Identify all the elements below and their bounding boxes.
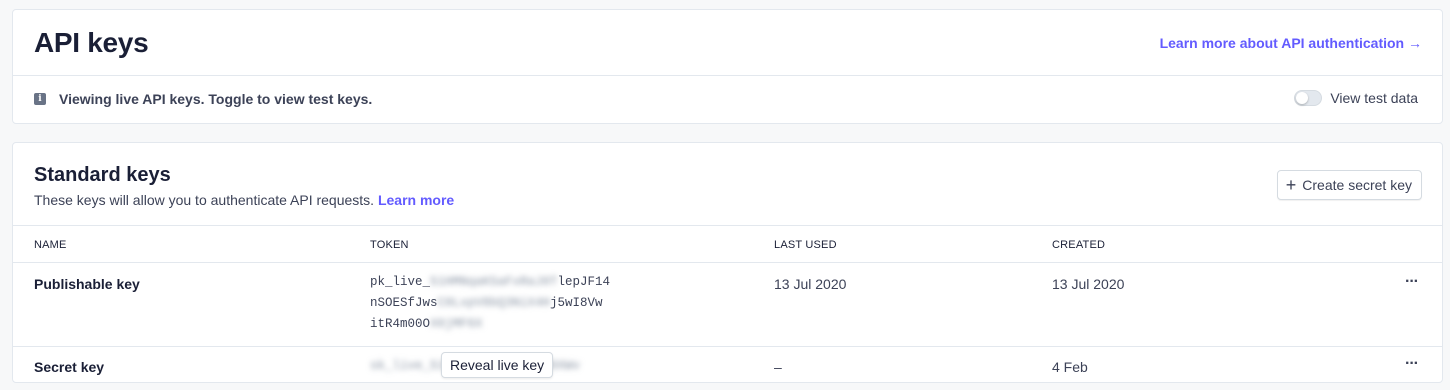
last-used-date: –	[774, 359, 782, 375]
token-line: itR4m00OX0jMF6X	[370, 314, 722, 335]
table-row: Publishable key pk_live_51HMNqaK5aFxRaJ0…	[13, 263, 1442, 347]
standard-keys-card: Standard keys These keys will allow you …	[12, 142, 1443, 383]
table-row: Secret key sk_live_51HMNqaK5aFxRa0J0XWv …	[13, 347, 1442, 384]
token-visible: itR4m00O	[370, 317, 431, 331]
column-header-last-used: LAST USED	[774, 239, 837, 251]
token-line: pk_live_51HMNqaK5aFxRaJ0TlepJF14	[370, 272, 722, 293]
live-mode-banner: i Viewing live API keys. Toggle to view …	[13, 76, 1442, 124]
create-secret-key-button[interactable]: + Create secret key	[1276, 170, 1422, 200]
plus-icon: +	[1285, 175, 1297, 195]
key-name: Secret key	[34, 359, 105, 375]
publishable-key-token[interactable]: pk_live_51HMNqaK5aFxRaJ0TlepJF14 nSOESfJ…	[370, 272, 722, 335]
toggle-switch[interactable]	[1294, 90, 1323, 106]
section-title: Standard keys	[34, 164, 171, 186]
learn-api-auth-link[interactable]: Learn more about API authentication →	[1160, 35, 1422, 51]
column-header-token: TOKEN	[370, 239, 409, 251]
info-icon: i	[34, 93, 46, 105]
token-visible: nSOESfJws	[370, 296, 438, 310]
create-secret-key-label: Create secret key	[1302, 177, 1412, 193]
toggle-knob	[1296, 92, 1309, 104]
token-line: nSOESfJwsC0LxpV8bQ3NiX4Hj5wI8Vw	[370, 293, 722, 314]
token-redacted: X0jMF6X	[430, 317, 483, 331]
standard-keys-header: Standard keys These keys will allow you …	[13, 143, 1442, 226]
created-date: 13 Jul 2020	[1052, 276, 1125, 292]
token-visible: lepJF14	[557, 275, 611, 289]
last-used-date: 13 Jul 2020	[774, 276, 847, 292]
token-redacted: 51HMNqaK5aFxRaJ0T	[430, 275, 558, 289]
token-redacted: C0LxpV8bQ3NiX4H	[437, 296, 551, 310]
column-header-created: CREATED	[1052, 239, 1106, 251]
created-date: 4 Feb	[1052, 359, 1088, 375]
reveal-live-key-button[interactable]: Reveal live key	[441, 352, 554, 378]
key-name: Publishable key	[34, 276, 140, 292]
page-header: API keys Learn more about API authentica…	[13, 10, 1442, 76]
view-test-data-toggle[interactable]: View test data	[1294, 90, 1418, 106]
table-header: NAME TOKEN LAST USED CREATED	[13, 226, 1442, 263]
page-title: API keys	[34, 27, 149, 58]
toggle-label: View test data	[1330, 90, 1418, 106]
learn-more-link[interactable]: Learn more	[378, 192, 454, 208]
section-description: These keys will allow you to authenticat…	[34, 192, 454, 208]
more-options-icon[interactable]: ···	[1405, 356, 1419, 372]
live-mode-text: Viewing live API keys. Toggle to view te…	[59, 91, 373, 107]
description-text: These keys will allow you to authenticat…	[34, 192, 375, 208]
api-keys-header-card: API keys Learn more about API authentica…	[12, 9, 1443, 124]
more-options-icon[interactable]: ···	[1405, 274, 1419, 290]
token-visible: j5wI8Vw	[550, 296, 603, 310]
column-header-name: NAME	[34, 239, 67, 251]
token-visible: pk_live_	[370, 275, 431, 289]
